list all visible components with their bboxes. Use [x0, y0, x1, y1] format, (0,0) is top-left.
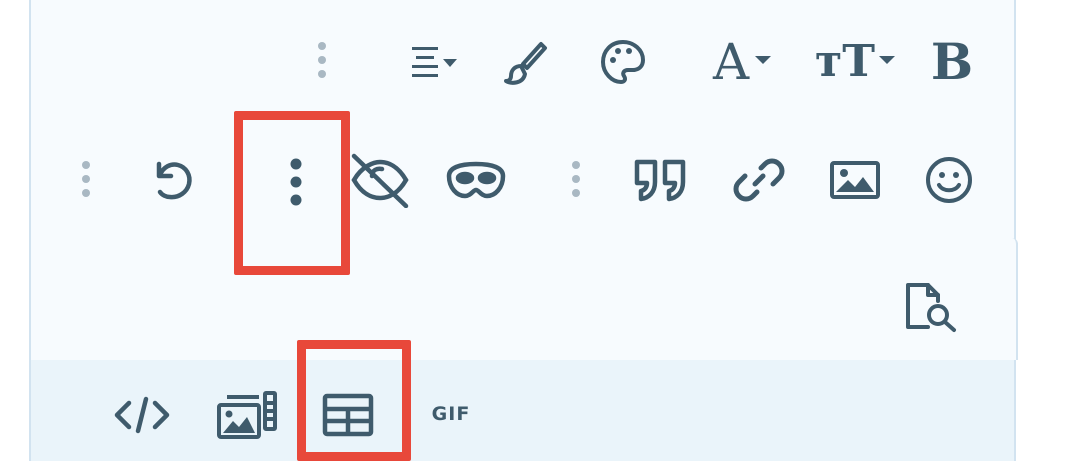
more-vertical-icon	[290, 158, 302, 206]
align-icon	[412, 47, 457, 77]
table-icon	[322, 393, 374, 437]
link-icon	[733, 158, 785, 202]
spoiler-button[interactable]	[443, 154, 509, 206]
toolbar-separator[interactable]	[571, 161, 581, 201]
toolbar-separator[interactable]	[317, 42, 327, 82]
undo-button[interactable]	[141, 152, 201, 208]
align-button[interactable]	[391, 38, 475, 84]
color-button[interactable]	[595, 36, 651, 88]
bold-label: B	[930, 32, 974, 91]
file-search-icon	[906, 283, 956, 332]
font-size-label: тT	[814, 36, 875, 87]
gif-label: GIF	[431, 403, 471, 425]
font-family-button[interactable]: A	[699, 36, 785, 88]
media-gallery-icon	[217, 391, 277, 439]
mask-icon	[446, 161, 506, 199]
font-family-label: A	[712, 33, 750, 91]
rich-text-editor: A тT B GIF	[29, 0, 1018, 461]
style-button[interactable]	[497, 36, 553, 88]
insert-media-button[interactable]	[211, 386, 283, 444]
insert-code-button[interactable]	[109, 390, 175, 440]
code-icon	[114, 396, 170, 434]
toolbar-separator[interactable]	[81, 161, 91, 201]
insert-table-button[interactable]	[313, 386, 383, 444]
quote-button[interactable]	[631, 154, 691, 206]
attachment-bar: GIF	[31, 360, 1014, 461]
font-size-button[interactable]: тT	[809, 36, 901, 88]
paintbrush-icon	[504, 42, 547, 85]
undo-icon	[156, 161, 192, 200]
smiley-icon	[926, 157, 972, 203]
insert-image-button[interactable]	[825, 154, 885, 206]
quote-icon	[634, 159, 686, 202]
chevron-down-icon	[755, 56, 772, 64]
chevron-down-icon	[879, 56, 895, 64]
palette-icon	[600, 39, 646, 85]
link-button[interactable]	[729, 152, 789, 208]
eye-slash-icon	[351, 153, 409, 208]
bold-button[interactable]: B	[927, 36, 977, 88]
more-options-button[interactable]	[271, 150, 321, 214]
emoji-button[interactable]	[921, 152, 977, 208]
preview-button[interactable]	[899, 278, 961, 336]
hide-content-button[interactable]	[347, 150, 413, 210]
image-icon	[830, 161, 880, 199]
insert-gif-button[interactable]: GIF	[421, 394, 481, 434]
